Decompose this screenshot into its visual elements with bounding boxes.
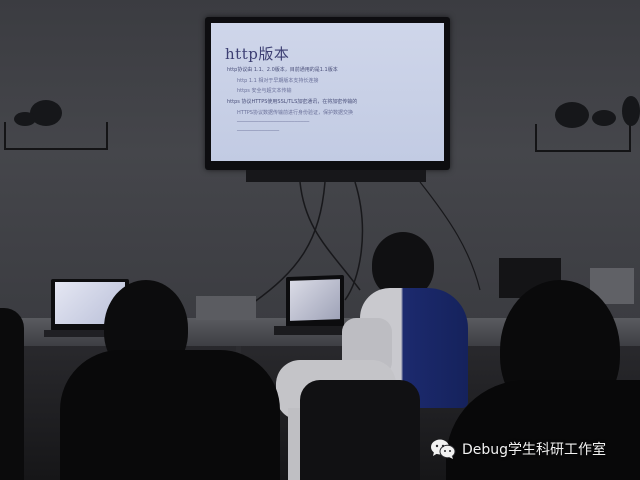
- desk-items: [196, 296, 256, 320]
- laptop-center-screen: [290, 279, 340, 321]
- watermark: Debug学生科研工作室: [430, 436, 606, 462]
- audience-left-body: [60, 350, 280, 480]
- chair-center: [300, 380, 420, 480]
- audience-far-left-body: [0, 308, 24, 480]
- laptop-center: [286, 274, 344, 330]
- photo-scene: http版本 http协议由 1.1、2.0版本，目前通用的是1.1版本 htt…: [0, 0, 640, 480]
- watermark-text: Debug学生科研工作室: [462, 442, 607, 458]
- wechat-icon: [430, 438, 456, 460]
